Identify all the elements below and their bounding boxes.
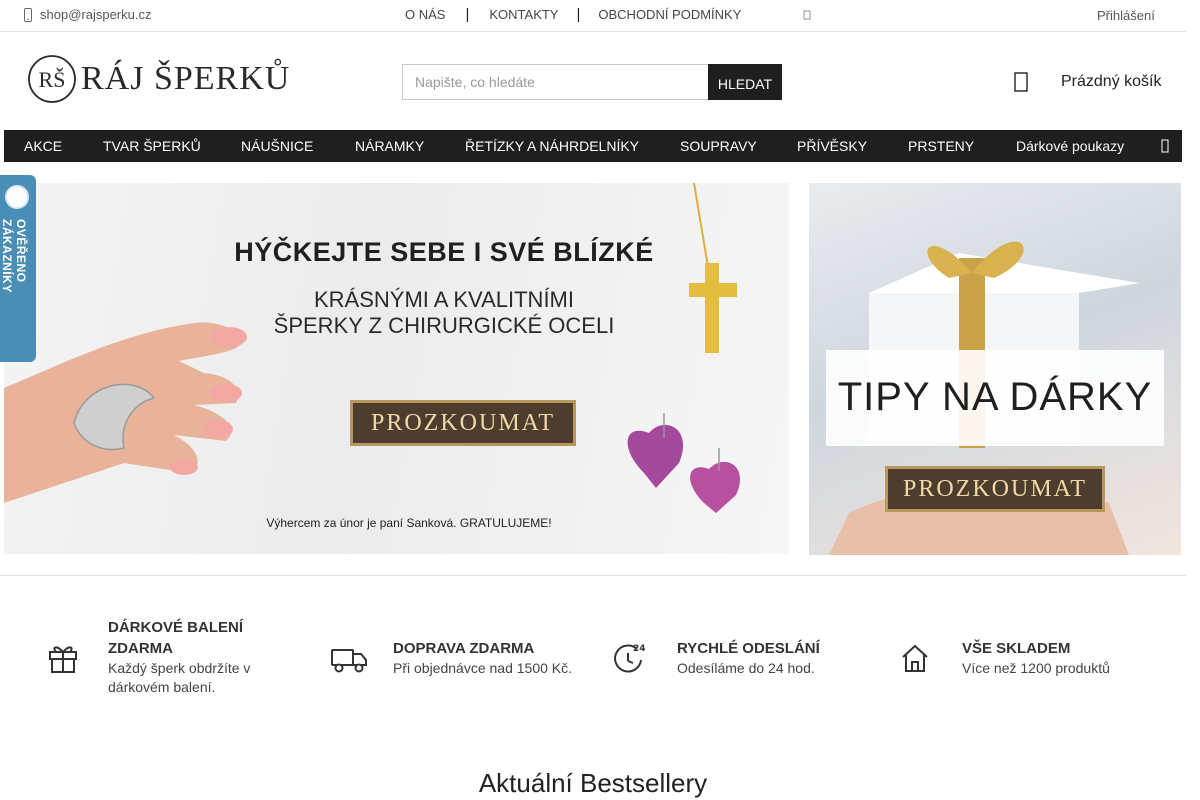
top-nav-divider: | [576, 6, 581, 23]
hero-subline-2: ŠPERKY Z CHIRURGICKÉ OCELI [273, 313, 615, 338]
feature-free-shipping-text: DOPRAVA ZDARMA Při objednávce nad 1500 K… [393, 638, 572, 678]
hero-banner[interactable]: HÝČKEJTE SEBE I SVÉ BLÍZKÉ KRÁSNÝMI A KV… [4, 183, 789, 554]
feature-fast-dispatch-text: RYCHLÉ ODESLÁNÍ Odesíláme do 24 hod. [677, 638, 820, 678]
logo-monogram: RŠ [39, 67, 66, 92]
logo-text: RÁJ ŠPERKŮ [81, 60, 291, 97]
gift-icon [49, 646, 77, 673]
chevron-down-icon[interactable] [803, 10, 811, 20]
cart-label[interactable]: Prázdný košík [1061, 73, 1161, 91]
top-nav: O NÁS | KONTAKTY | OBCHODNÍ PODMÍNKY [405, 7, 741, 22]
svg-text:24: 24 [633, 644, 646, 654]
search-button[interactable]: HLEDAT [708, 64, 782, 100]
nav-item-retizky[interactable]: ŘETÍZKY A NÁHRDELNÍKY [465, 138, 639, 154]
feature-title: VŠE SKLADEM [962, 640, 1071, 657]
menu-more-icon[interactable] [1161, 139, 1169, 153]
feature-desc: Každý šperk obdržíte v dárkovém balení. [108, 660, 251, 695]
bestsellers-title: Aktuální Bestsellery [478, 768, 708, 798]
feature-fast-dispatch: 24 RYCHLÉ ODESLÁNÍ Odesíláme do 24 hod. [613, 638, 820, 678]
login-link[interactable]: Přihlášení [1097, 8, 1155, 23]
feature-gift-wrap: DÁRKOVÉ BALENÍ ZDARMA Každý šperk obdrží… [46, 617, 268, 697]
house-icon [902, 644, 928, 672]
gift-tips-banner[interactable]: TIPY NA DÁRKY PROZKOUMAT [809, 183, 1181, 555]
hero-subline-1: KRÁSNÝMI A KVALITNÍMI [314, 287, 574, 312]
hero-headline: HÝČKEJTE SEBE I SVÉ BLÍZKÉ [234, 237, 654, 267]
nav-item-nausnice[interactable]: NÁUŠNICE [241, 138, 313, 154]
top-nav-divider: | [465, 6, 470, 23]
nav-item-soupravy[interactable]: SOUPRAVY [680, 138, 757, 154]
verified-customers-badge[interactable]: OVĚŘENO ZÁKAZNÍKY [0, 175, 36, 362]
feature-free-shipping: DOPRAVA ZDARMA Při objednávce nad 1500 K… [330, 638, 572, 678]
top-bar: shop@rajsperku.cz O NÁS | KONTAKTY | OBC… [0, 0, 1186, 32]
search-form: HLEDAT [402, 64, 782, 100]
hero-subline: KRÁSNÝMI A KVALITNÍMI ŠPERKY Z CHIRURGIC… [204, 287, 684, 339]
site-logo[interactable]: RŠ RÁJ ŠPERKŮ [27, 54, 289, 106]
top-link-about[interactable]: O NÁS [405, 7, 445, 22]
divider [0, 575, 1186, 576]
contact-email[interactable]: shop@rajsperku.cz [24, 7, 151, 22]
clock-24-icon: 24 [614, 644, 646, 673]
feature-in-stock: VŠE SKLADEM Více než 1200 produktů [898, 638, 1110, 678]
cart[interactable]: Prázdný košík [1014, 72, 1161, 92]
top-link-contacts[interactable]: KONTAKTY [489, 7, 558, 22]
verified-seal-icon [5, 185, 29, 209]
cart-icon [1014, 72, 1028, 92]
feature-gift-wrap-text: DÁRKOVÉ BALENÍ ZDARMA Každý šperk obdrží… [108, 617, 268, 697]
feature-title: DÁRKOVÉ BALENÍ ZDARMA [108, 619, 244, 657]
nav-item-naramky[interactable]: NÁRAMKY [355, 138, 424, 154]
nav-item-prsteny[interactable]: PRSTENY [908, 138, 974, 154]
feature-desc: Při objednávce nad 1500 Kč. [393, 660, 573, 676]
email-text[interactable]: shop@rajsperku.cz [40, 7, 151, 22]
search-input[interactable] [402, 64, 708, 100]
badge-text: OVĚŘENO ZÁKAZNÍKY [0, 219, 28, 293]
nav-item-darkove-poukazy[interactable]: Dárkové poukazy [1016, 138, 1124, 154]
gift-explore-button[interactable]: PROZKOUMAT [885, 466, 1105, 512]
nav-item-tvar-sperku[interactable]: TVAR ŠPERKŮ [103, 138, 201, 154]
nav-item-akce[interactable]: AKCE [24, 138, 62, 154]
feature-desc: Více než 1200 produktů [962, 660, 1110, 676]
top-link-terms[interactable]: OBCHODNÍ PODMÍNKY [598, 7, 741, 22]
phone-icon [24, 7, 32, 22]
gift-tips-title: TIPY NA DÁRKY [837, 375, 1153, 419]
main-nav: AKCE TVAR ŠPERKŮ NÁUŠNICE NÁRAMKY ŘETÍZK… [4, 130, 1182, 162]
hero-explore-button[interactable]: PROZKOUMAT [350, 400, 576, 446]
feature-title: RYCHLÉ ODESLÁNÍ [677, 640, 820, 657]
truck-icon [331, 649, 367, 673]
hero-footnote: Výhercem za únor je paní Sanková. GRATUL… [266, 516, 552, 530]
feature-desc: Odesíláme do 24 hod. [677, 660, 815, 676]
nav-item-privesky[interactable]: PŘÍVĚSKY [797, 138, 867, 154]
feature-in-stock-text: VŠE SKLADEM Více než 1200 produktů [962, 638, 1110, 678]
feature-title: DOPRAVA ZDARMA [393, 640, 535, 657]
